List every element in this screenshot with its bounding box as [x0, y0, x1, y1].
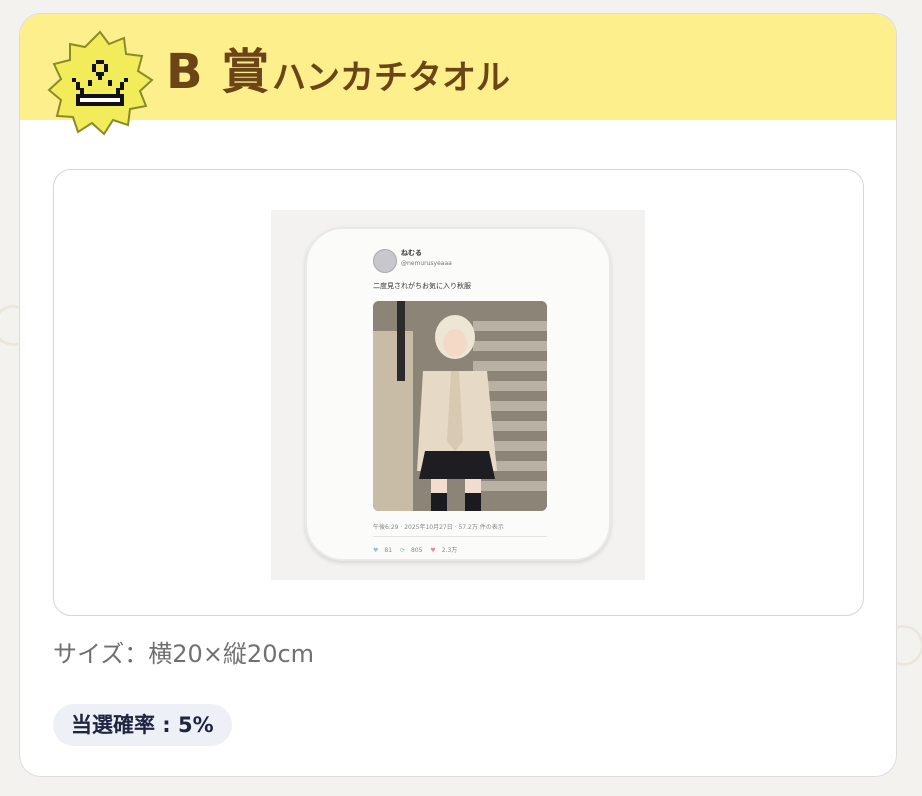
- heart-icon: ♥: [430, 547, 436, 554]
- tweet-display-name: ねむる: [401, 249, 422, 257]
- tweet-text: 二度見されがちお気に入り秋服: [373, 282, 471, 290]
- tweet-stats: ♥ 81 ⟳ 805 ♥ 2.3万: [373, 545, 463, 554]
- size-text: サイズ：横20×縦20cm: [53, 640, 315, 668]
- retweet-icon: ⟳: [399, 547, 405, 554]
- tweet-likes: 2.3万: [441, 547, 458, 554]
- tweet-likes-blue: 81: [384, 547, 393, 554]
- tweet-meta: 午後6:29 · 2025年10月27日 · 57.2万 件の表示: [373, 524, 504, 531]
- heart-blue-icon: ♥: [373, 547, 379, 554]
- tweet-avatar: [373, 249, 397, 273]
- probability-badge: 当選確率 : 5%: [53, 704, 232, 746]
- tweet-photo: [373, 301, 547, 511]
- prize-grade: B 賞: [166, 44, 271, 100]
- tweet-retweets: 805: [410, 547, 423, 554]
- product-image-frame[interactable]: ねむる @nemurusyeaaa 二度見されがちお気に入り秋服 午後6:29 …: [53, 169, 864, 616]
- tweet-handle: @nemurusyeaaa: [401, 260, 452, 267]
- prize-name: ハンカチタオル: [272, 58, 510, 98]
- tweet-divider: [373, 536, 547, 537]
- prize-card: B 賞 ハンカチタオル ねむる @nemurusyeaaa 二度見されがちお気に…: [19, 13, 897, 777]
- handkerchief-towel: ねむる @nemurusyeaaa 二度見されがちお気に入り秋服 午後6:29 …: [305, 227, 611, 561]
- product-photo: ねむる @nemurusyeaaa 二度見されがちお気に入り秋服 午後6:29 …: [271, 210, 645, 580]
- crown-badge-icon: [46, 30, 154, 138]
